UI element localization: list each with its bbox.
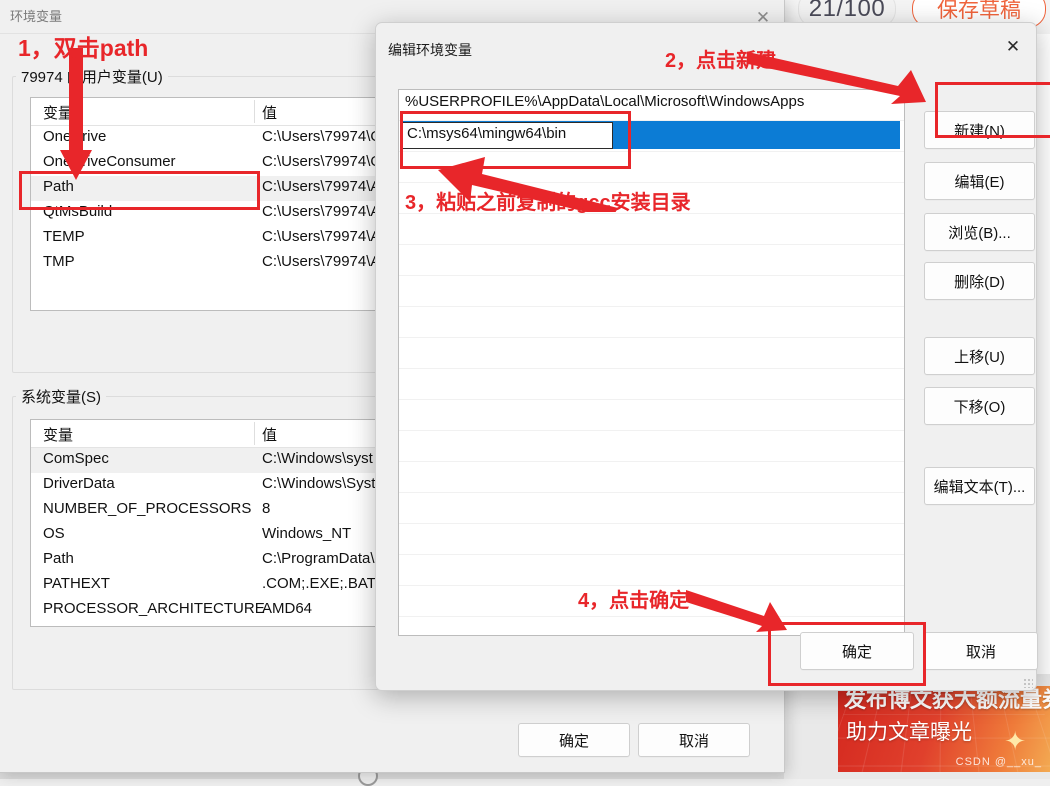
list-item[interactable] [399, 493, 904, 524]
row-variable-value: C:\Users\79974\A [262, 203, 381, 220]
header-column-divider [254, 422, 255, 445]
list-item[interactable] [399, 276, 904, 307]
environment-variables-window-title: 环境变量 [10, 9, 63, 24]
row-variable-value: Intel64 Family 6 M [262, 625, 385, 626]
header-column-divider [254, 100, 255, 123]
edit-button-label: 编辑(E) [954, 173, 1005, 191]
list-item[interactable] [399, 555, 904, 586]
edit-text-button-label: 编辑文本(T)... [933, 478, 1026, 496]
row-variable-name: PROCESSOR_IDENTIFIER [43, 625, 231, 626]
system-variables-group-label: 系统变量(S) [16, 386, 106, 407]
row-variable-value: C:\Users\79974\O [262, 153, 383, 170]
list-item[interactable] [399, 400, 904, 431]
save-draft-label: 保存草稿 [937, 0, 1021, 22]
row-variable-name: PROCESSOR_ARCHITECTURE [43, 600, 265, 617]
list-item[interactable] [399, 369, 904, 400]
browse-button[interactable]: 浏览(B)... [924, 213, 1035, 251]
edit-dialog-cancel-button[interactable]: 取消 [924, 632, 1038, 670]
list-item[interactable] [399, 214, 904, 245]
row-variable-name: OS [43, 525, 65, 542]
row-variable-name: DriverData [43, 475, 115, 492]
delete-button-label: 删除(D) [954, 273, 1005, 291]
column-header-name: 变量 [43, 105, 74, 122]
annotation-step-1: 1，双击path [18, 35, 149, 61]
env-window-ok-label: 确定 [558, 732, 589, 750]
csdn-banner-line2: 助力文章曝光 [846, 721, 972, 744]
list-item[interactable] [399, 245, 904, 276]
annotation-step-4: 4，点击确定 [578, 590, 690, 612]
annotation-step-3: 3，粘贴之前复制的gcc安装目录 [405, 192, 691, 214]
highlight-box-path-input [400, 111, 631, 169]
highlight-box-path-row [19, 171, 260, 210]
resize-grip-icon[interactable] [1023, 678, 1033, 688]
row-variable-value: C:\Users\79974\A [262, 253, 381, 270]
row-variable-value: C:\Windows\syst [262, 450, 373, 467]
row-variable-value: C:\Users\79974\A [262, 228, 381, 245]
column-header-name: 变量 [43, 427, 74, 444]
column-header-value: 值 [262, 427, 278, 444]
list-item[interactable] [399, 524, 904, 555]
row-variable-name: OneDrive [43, 128, 107, 145]
move-up-button-label: 上移(U) [954, 348, 1005, 366]
close-icon[interactable]: ✕ [996, 31, 1030, 61]
word-count-text: 21/100 [808, 0, 886, 22]
list-item[interactable] [399, 338, 904, 369]
list-item[interactable] [399, 307, 904, 338]
row-variable-value: 8 [262, 500, 271, 517]
path-entries-list[interactable]: %USERPROFILE%\AppData\Local\Microsoft\Wi… [398, 89, 905, 636]
edit-dialog-title: 编辑环境变量 [388, 42, 472, 58]
annotation-step-2: 2，点击新建 [665, 50, 777, 72]
row-variable-value: C:\Users\79974\A [262, 178, 381, 195]
edit-text-button[interactable]: 编辑文本(T)... [924, 467, 1035, 505]
row-variable-name: NUMBER_OF_PROCESSORS [43, 500, 252, 517]
env-window-cancel-label: 取消 [678, 732, 709, 750]
column-header-value: 值 [262, 105, 278, 122]
row-variable-value: AMD64 [262, 600, 313, 617]
env-window-ok-button[interactable]: 确定 [518, 723, 630, 757]
env-window-cancel-button[interactable]: 取消 [638, 723, 750, 757]
row-variable-value: C:\ProgramData\ [262, 550, 375, 567]
csdn-watermark: CSDN @__xu_ [955, 756, 1042, 768]
row-variable-name: TMP [43, 253, 75, 270]
sparkle-icon: ✦ [1004, 726, 1026, 756]
list-item[interactable] [399, 462, 904, 493]
row-variable-name: PATHEXT [43, 575, 110, 592]
edit-dialog-cancel-label: 取消 [965, 643, 996, 661]
move-down-button-label: 下移(O) [953, 398, 1006, 416]
browse-button-label: 浏览(B)... [948, 224, 1011, 242]
move-up-button[interactable]: 上移(U) [924, 337, 1035, 375]
csdn-promo-banner[interactable]: 发布博文获大额流量券 助力文章曝光 ✦ CSDN @__xu_ [838, 686, 1050, 772]
row-variable-name: TEMP [43, 228, 85, 245]
row-variable-name: OneDriveConsumer [43, 153, 176, 170]
edit-button[interactable]: 编辑(E) [924, 162, 1035, 200]
row-variable-name: ComSpec [43, 450, 109, 467]
list-item[interactable] [399, 431, 904, 462]
move-down-button[interactable]: 下移(O) [924, 387, 1035, 425]
row-variable-value: Windows_NT [262, 525, 352, 542]
highlight-box-new-button [935, 82, 1050, 138]
row-variable-name: Path [43, 550, 74, 567]
row-variable-value: C:\Users\79974\O [262, 128, 383, 145]
path-entry-text: %USERPROFILE%\AppData\Local\Microsoft\Wi… [405, 93, 805, 110]
row-variable-value: C:\Windows\Syst [262, 475, 376, 492]
row-variable-value: .COM;.EXE;.BAT;. [262, 575, 383, 592]
highlight-box-ok-button [768, 622, 926, 686]
delete-button[interactable]: 删除(D) [924, 262, 1035, 300]
user-variables-group-label: 79974 的用户变量(U) [16, 66, 168, 87]
